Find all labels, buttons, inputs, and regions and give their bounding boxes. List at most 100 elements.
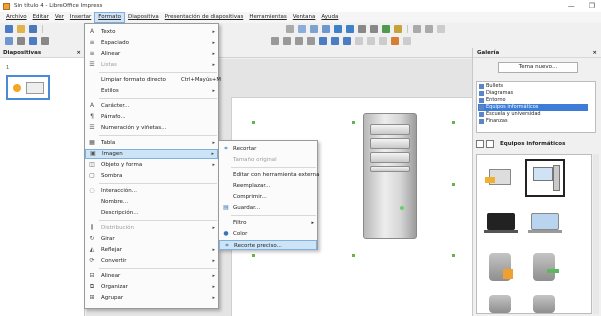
theme-item[interactable]: Escuela y universidad — [478, 111, 588, 118]
selection-handle[interactable] — [252, 121, 255, 124]
selection-handle[interactable] — [452, 183, 455, 186]
theme-item[interactable]: Bullets — [478, 83, 588, 90]
menu-item-objeto-forma[interactable]: ◫ Objeto y forma ▸ — [85, 160, 218, 170]
submenu-item-editar-externa[interactable]: Editar con herramienta externa — [219, 170, 319, 180]
menu-ver[interactable]: Ver — [52, 12, 67, 23]
display-icon[interactable] — [310, 25, 318, 33]
minimize-button[interactable]: — — [568, 2, 575, 10]
3d-icon[interactable] — [331, 37, 339, 45]
submenu-item-filtro[interactable]: Filtro ▸ — [219, 218, 317, 228]
menu-herramientas[interactable]: Herramientas — [246, 12, 289, 23]
gallery-item-computer-key[interactable] — [481, 159, 521, 197]
new-icon[interactable] — [5, 25, 13, 33]
align-tool-icon[interactable] — [355, 37, 363, 45]
menu-item-caracter[interactable]: A Carácter... — [85, 101, 218, 111]
theme-item-selected[interactable]: Equipos informáticos — [478, 104, 588, 111]
menu-item-convertir[interactable]: ⟳ Convertir ▸ — [85, 256, 218, 266]
menu-item-parrafo[interactable]: ¶ Párrafo... — [85, 112, 218, 122]
restore-button[interactable]: ❐ — [589, 2, 595, 10]
gallery-item-database-2[interactable] — [525, 291, 565, 313]
menu-item-texto[interactable]: A Texto ▸ — [85, 27, 218, 37]
table-insert-icon[interactable] — [322, 25, 330, 33]
gallery-scrollbar[interactable] — [593, 154, 599, 314]
menu-item-tabla[interactable]: ▦ Tabla ▸ — [85, 138, 218, 148]
image-insert-icon[interactable] — [334, 25, 342, 33]
menu-item-imagen[interactable]: ▣ Imagen ▸ — [85, 149, 218, 159]
menu-archivo[interactable]: Archivo — [3, 12, 30, 23]
menu-item-girar[interactable]: ↻ Girar — [85, 234, 218, 244]
open-icon[interactable] — [17, 25, 25, 33]
menu-item-estilos[interactable]: Estilos ▸ — [85, 86, 218, 96]
crop-tool-icon[interactable] — [391, 37, 399, 45]
selection-handle[interactable] — [352, 254, 355, 257]
menu-item-numeracion[interactable]: ☰ Numeración y viñetas... — [85, 123, 218, 133]
new-theme-button[interactable]: Tema nuevo... — [498, 62, 578, 73]
menu-ayuda[interactable]: Ayuda — [318, 12, 341, 23]
gallery-items-grid[interactable] — [476, 154, 592, 314]
menu-item-interaccion[interactable]: ◌ Interacción... — [85, 186, 218, 196]
theme-item[interactable]: Entorno — [478, 97, 588, 104]
duplicate-slide-icon[interactable] — [425, 25, 433, 33]
shapes-icon[interactable] — [271, 37, 279, 45]
close-icon[interactable]: × — [76, 50, 81, 56]
transform-icon[interactable] — [343, 37, 351, 45]
submenu-item-color[interactable]: ● Color — [219, 229, 317, 239]
submenu-item-guardar[interactable]: ▤ Guardar... — [219, 203, 317, 213]
submenu-item-recortar[interactable]: ⌗ Recortar — [219, 144, 317, 154]
textbox-icon[interactable] — [358, 25, 366, 33]
menu-item-alinear-objetos[interactable]: ⊟ Alinear ▸ — [85, 271, 218, 281]
filter-tool-icon[interactable] — [403, 37, 411, 45]
menu-item-listas[interactable]: ☰ Listas ▸ — [85, 60, 218, 70]
gallery-item-computer-selected[interactable] — [525, 159, 565, 197]
menu-item-sombra[interactable]: ▢ Sombra — [85, 171, 218, 181]
icon-view-icon[interactable] — [476, 140, 484, 148]
menu-presentacion[interactable]: Presentación de diapositivas — [162, 12, 247, 23]
delete-slide-icon[interactable] — [437, 25, 445, 33]
grid-icon[interactable] — [298, 25, 306, 33]
theme-item[interactable]: Diagramas — [478, 90, 588, 97]
menu-item-nombre[interactable]: Nombre... — [85, 197, 218, 207]
computer-tower-image[interactable] — [363, 113, 417, 239]
menu-diapositiva[interactable]: Diapositiva — [125, 12, 162, 23]
menu-item-alinear[interactable]: ≡ Alinear ▸ — [85, 49, 218, 59]
gallery-item-database-add[interactable] — [481, 247, 521, 285]
submenu-item-reemplazar[interactable]: Reemplazar... — [219, 181, 317, 191]
menu-insertar[interactable]: Insertar — [67, 12, 94, 23]
menu-ventana[interactable]: Ventana — [290, 12, 319, 23]
slide-thumbnail[interactable] — [6, 75, 50, 100]
gallery-item-database-remove[interactable] — [525, 247, 565, 285]
fill-color-icon[interactable] — [41, 37, 49, 45]
submenu-item-comprimir[interactable]: Comprimir... — [219, 192, 317, 202]
chart-insert-icon[interactable] — [346, 25, 354, 33]
slide-layout-icon[interactable] — [413, 25, 421, 33]
selection-handle[interactable] — [452, 121, 455, 124]
select-icon[interactable] — [5, 37, 13, 45]
theme-list[interactable]: Bullets Diagramas Entorno Equipos inform… — [476, 81, 596, 133]
menu-item-espaciado[interactable]: ≡ Espaciado ▸ — [85, 38, 218, 48]
menu-item-organizar[interactable]: ⧉ Organizar ▸ — [85, 282, 218, 292]
text-tool-icon[interactable] — [29, 37, 37, 45]
zoom-icon[interactable] — [17, 37, 25, 45]
menu-formato[interactable]: Formato — [94, 12, 126, 23]
selection-handle[interactable] — [352, 121, 355, 124]
gallery-item-laptop-dark[interactable] — [481, 203, 521, 241]
flowchart-icon[interactable] — [295, 37, 303, 45]
menu-item-descripcion[interactable]: Descripción... — [85, 208, 218, 218]
shadow-tool-icon[interactable] — [379, 37, 387, 45]
theme-item[interactable]: Finanzas — [478, 118, 588, 125]
selection-handle[interactable] — [252, 254, 255, 257]
hyperlink-icon[interactable] — [394, 25, 402, 33]
selection-handle[interactable] — [452, 254, 455, 257]
spellcheck-icon[interactable] — [286, 25, 294, 33]
menu-item-limpiar-formato[interactable]: Limpiar formato directo Ctrl+Mayús+M — [85, 75, 221, 85]
fontwork-icon[interactable] — [382, 25, 390, 33]
star-icon[interactable] — [307, 37, 315, 45]
menu-editar[interactable]: Editar — [30, 12, 52, 23]
special-char-icon[interactable] — [370, 25, 378, 33]
submenu-item-recorte-preciso[interactable]: ⌗ Recorte preciso... — [219, 240, 317, 250]
detail-view-icon[interactable] — [486, 140, 494, 148]
gallery-item-database[interactable] — [481, 291, 521, 313]
gallery-item-laptop-light[interactable] — [525, 203, 565, 241]
close-icon[interactable]: × — [592, 50, 597, 56]
arrows-icon[interactable] — [283, 37, 291, 45]
